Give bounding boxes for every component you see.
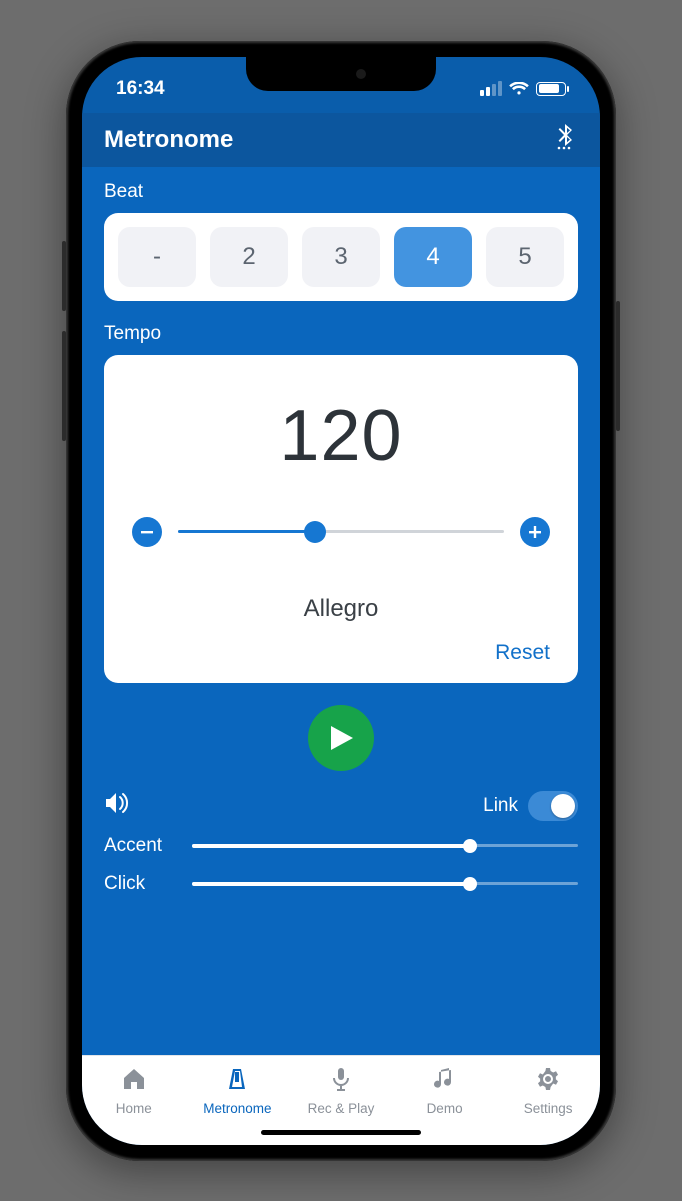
reset-button[interactable]: Reset xyxy=(495,641,550,665)
tempo-name: Allegro xyxy=(304,595,379,623)
beat-selector: - 2 3 4 5 xyxy=(104,213,578,301)
accent-row: Accent xyxy=(104,835,578,857)
status-time: 16:34 xyxy=(116,78,165,100)
home-icon xyxy=(121,1066,147,1095)
cellular-icon xyxy=(480,81,502,96)
home-indicator[interactable] xyxy=(261,1130,421,1135)
tab-label: Rec & Play xyxy=(308,1101,375,1116)
tab-label: Demo xyxy=(427,1101,463,1116)
volume-header: Link xyxy=(104,791,578,821)
notch xyxy=(246,57,436,91)
beat-option-none[interactable]: - xyxy=(118,227,196,287)
content: Beat - 2 3 4 5 Tempo 120 xyxy=(82,167,600,1055)
tempo-label: Tempo xyxy=(104,323,578,345)
gear-icon xyxy=(535,1066,561,1095)
click-slider[interactable] xyxy=(192,882,578,885)
click-row: Click xyxy=(104,873,578,895)
wifi-icon xyxy=(509,82,529,96)
tempo-slider[interactable] xyxy=(178,530,504,533)
click-label: Click xyxy=(104,873,174,895)
link-toggle[interactable] xyxy=(528,791,578,821)
beat-option-5[interactable]: 5 xyxy=(486,227,564,287)
bluetooth-icon[interactable] xyxy=(554,123,578,156)
tempo-card: 120 Allegro Reset xyxy=(104,355,578,683)
status-indicators xyxy=(480,81,566,96)
tab-home[interactable]: Home xyxy=(82,1066,186,1145)
metronome-icon xyxy=(224,1066,250,1095)
microphone-icon xyxy=(328,1066,354,1095)
page-title: Metronome xyxy=(104,126,233,154)
accent-slider[interactable] xyxy=(192,844,578,847)
tempo-decrement-button[interactable] xyxy=(132,517,162,547)
screen: 16:34 Metronome Beat - 2 xyxy=(82,57,600,1145)
beat-label: Beat xyxy=(104,181,578,203)
speaker-icon xyxy=(104,791,132,820)
tempo-slider-thumb[interactable] xyxy=(304,521,326,543)
link-label: Link xyxy=(483,795,518,817)
tab-label: Settings xyxy=(524,1101,573,1116)
tempo-slider-row xyxy=(132,517,550,547)
music-note-icon xyxy=(432,1066,458,1095)
tempo-increment-button[interactable] xyxy=(520,517,550,547)
app-header: Metronome xyxy=(82,113,600,167)
beat-option-3[interactable]: 3 xyxy=(302,227,380,287)
phone-frame: 16:34 Metronome Beat - 2 xyxy=(66,41,616,1161)
beat-option-4[interactable]: 4 xyxy=(394,227,472,287)
battery-icon xyxy=(536,82,566,96)
beat-option-2[interactable]: 2 xyxy=(210,227,288,287)
accent-thumb[interactable] xyxy=(463,839,477,853)
tab-label: Home xyxy=(116,1101,152,1116)
click-thumb[interactable] xyxy=(463,877,477,891)
tab-label: Metronome xyxy=(203,1101,271,1116)
tempo-value: 120 xyxy=(279,395,402,477)
accent-label: Accent xyxy=(104,835,174,857)
play-button[interactable] xyxy=(308,705,374,771)
tab-settings[interactable]: Settings xyxy=(496,1066,600,1145)
